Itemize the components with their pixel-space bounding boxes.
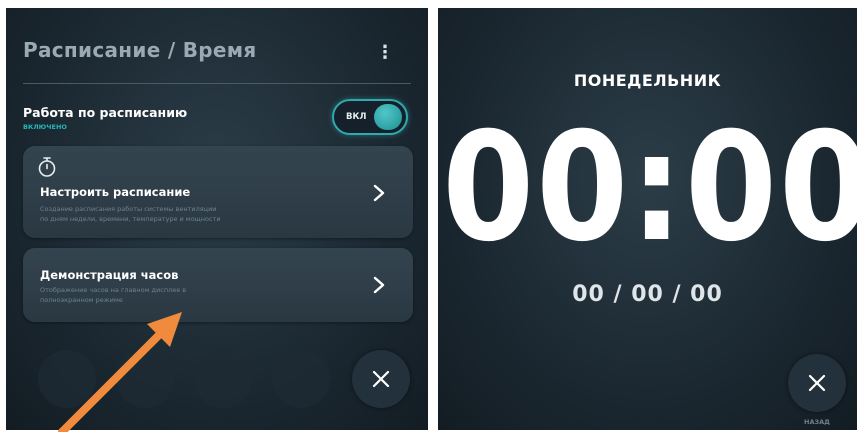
configure-schedule-card[interactable]: Настроить расписание Создание расписания… <box>23 146 413 238</box>
back-label: НАЗАД <box>804 418 830 426</box>
header-divider <box>23 83 411 84</box>
toggle-knob <box>374 104 402 130</box>
card-title: Демонстрация часов <box>40 268 179 282</box>
close-icon <box>372 370 390 388</box>
toggle-label: ВКЛ <box>346 112 367 122</box>
schedule-settings-screen: Расписание / Время ⋮ Работа по расписани… <box>6 8 428 430</box>
card-description-line: по дням недели, времени, температуре и м… <box>40 215 221 223</box>
clock-date: 00 / 00 / 00 <box>572 282 723 307</box>
background-circle <box>272 350 330 408</box>
schedule-mode-label: Работа по расписанию <box>23 105 188 120</box>
schedule-mode-status: ВКЛЮЧЕНО <box>23 123 67 131</box>
page-title: Расписание / Время <box>23 38 257 62</box>
weekday-label: ПОНЕДЕЛЬНИК <box>573 71 722 90</box>
clock-demo-card[interactable]: Демонстрация часов Отображение часов на … <box>23 248 413 322</box>
background-circle <box>38 350 96 408</box>
clock-time: 00:00 <box>442 101 857 275</box>
close-button[interactable] <box>352 350 410 408</box>
background-circle <box>116 350 174 408</box>
background-circle <box>194 350 252 408</box>
clock-fullscreen-screen: ПОНЕДЕЛЬНИК 00:00 00 / 00 / 00 НАЗАД <box>438 8 857 430</box>
card-title: Настроить расписание <box>40 185 191 199</box>
schedule-toggle[interactable]: ВКЛ <box>332 99 408 135</box>
card-description-line: полноэкранном режиме <box>40 296 123 304</box>
stopwatch-icon <box>38 157 56 177</box>
more-vertical-icon[interactable]: ⋮ <box>376 44 394 62</box>
card-description-line: Отображение часов на главном дисплее в <box>40 286 187 294</box>
card-description: Создание расписания работы системы венти… <box>40 204 270 224</box>
chevron-right-icon <box>373 276 385 294</box>
card-description: Отображение часов на главном дисплее в п… <box>40 285 270 305</box>
chevron-right-icon <box>373 184 385 202</box>
card-description-line: Создание расписания работы системы венти… <box>40 205 217 213</box>
close-icon <box>808 374 826 392</box>
back-button[interactable] <box>788 354 846 412</box>
